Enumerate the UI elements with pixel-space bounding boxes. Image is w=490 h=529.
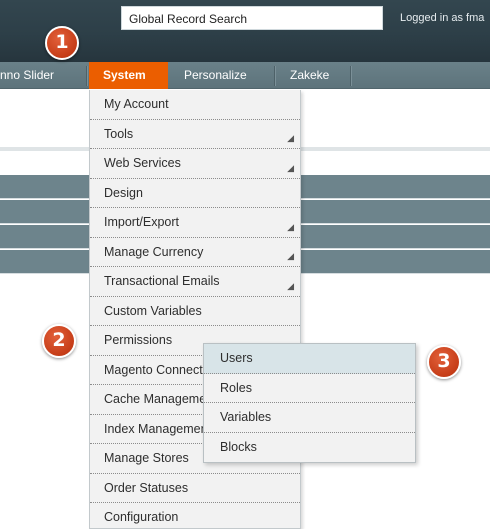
menu-item-label: Index Management <box>104 421 212 436</box>
submenu-arrow-icon: ◢ <box>287 162 294 173</box>
submenu-item-blocks[interactable]: Blocks <box>204 433 415 463</box>
step-badge-3: 3 <box>427 345 461 379</box>
system-dropdown-menu: My Account Tools ◢ Web Services ◢ Design… <box>89 90 301 529</box>
nav-separator <box>86 66 87 86</box>
nav-item-system[interactable]: System <box>89 62 168 89</box>
step-badge-1: 1 <box>45 26 79 60</box>
menu-item-label: My Account <box>104 97 169 111</box>
menu-item-transactional-emails[interactable]: Transactional Emails ◢ <box>90 267 300 297</box>
menu-item-label: Web Services <box>104 156 181 170</box>
menu-item-web-services[interactable]: Web Services ◢ <box>90 149 300 179</box>
nav-separator <box>274 66 275 86</box>
menu-item-label: Custom Variables <box>104 303 202 318</box>
menu-item-label: Configuration <box>104 510 179 524</box>
permissions-submenu: Users Roles Variables Blocks <box>203 343 416 463</box>
submenu-item-variables[interactable]: Variables <box>204 403 415 433</box>
menu-item-design[interactable]: Design <box>90 179 300 208</box>
menu-item-tools[interactable]: Tools ◢ <box>90 120 300 149</box>
menu-item-label: Magento Connect <box>104 362 203 377</box>
submenu-item-users[interactable]: Users <box>204 344 415 374</box>
submenu-arrow-icon: ◢ <box>287 221 294 232</box>
menu-item-order-statuses[interactable]: Order Statuses <box>90 474 300 503</box>
submenu-item-roles[interactable]: Roles <box>204 374 415 403</box>
menu-item-custom-variables[interactable]: Custom Variables <box>90 297 300 326</box>
menu-item-configuration[interactable]: Configuration <box>90 503 300 529</box>
menu-item-label: Import/Export <box>104 215 180 229</box>
menu-item-label: Order Statuses <box>104 480 189 495</box>
global-search-input[interactable]: Global Record Search <box>121 6 383 30</box>
submenu-arrow-icon: ◢ <box>287 133 294 143</box>
main-nav: nno Slider System Personalize Zakeke <box>0 62 490 89</box>
menu-item-label: Transactional Emails <box>104 274 220 288</box>
menu-item-label: Tools <box>104 126 134 141</box>
menu-item-manage-currency[interactable]: Manage Currency ◢ <box>90 238 300 267</box>
nav-separator <box>350 66 351 86</box>
menu-item-label: Manage Stores <box>104 451 189 465</box>
menu-item-label: Permissions <box>104 333 173 347</box>
menu-item-label: Design <box>104 185 143 200</box>
submenu-arrow-icon: ◢ <box>287 251 294 261</box>
menu-item-my-account[interactable]: My Account <box>90 90 300 120</box>
nav-item-zakeke[interactable]: Zakeke <box>290 62 329 89</box>
menu-item-label: Manage Currency <box>104 244 204 259</box>
nav-item-slider[interactable]: nno Slider <box>0 62 54 89</box>
step-badge-2: 2 <box>42 324 76 358</box>
nav-item-personalize[interactable]: Personalize <box>184 62 247 89</box>
menu-item-label: Cache Management <box>104 392 217 406</box>
menu-item-import-export[interactable]: Import/Export ◢ <box>90 208 300 238</box>
submenu-arrow-icon: ◢ <box>287 280 294 291</box>
logged-in-text: Logged in as fma <box>400 12 485 24</box>
